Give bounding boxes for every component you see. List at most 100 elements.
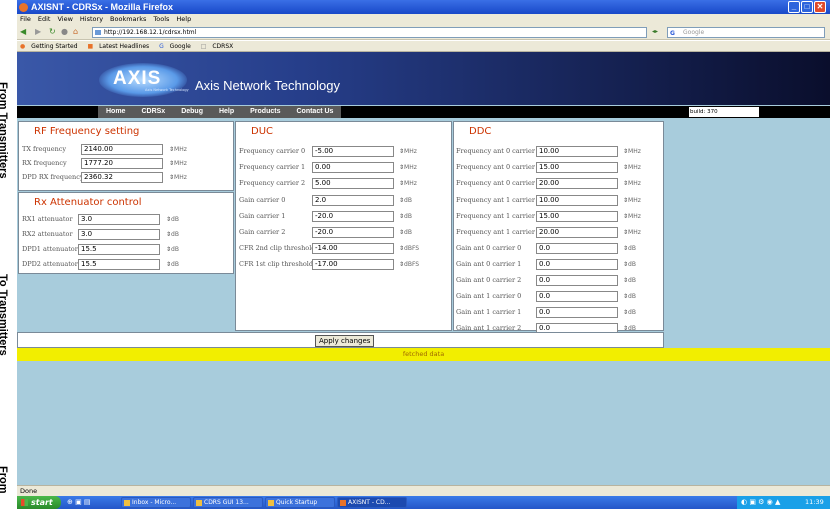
- rx2-attenuator-input[interactable]: 3.0: [78, 229, 160, 240]
- rx1-attenuator-input[interactable]: 3.0: [78, 214, 160, 225]
- go-arrows-icon[interactable]: ◂▸: [652, 28, 658, 35]
- duc-gain-carrier-0-input[interactable]: 2.0: [312, 195, 394, 206]
- unit-spinner[interactable]: ⇕MHz: [169, 160, 187, 167]
- dpd2-attenuator-input[interactable]: 15.5: [78, 259, 160, 270]
- clock[interactable]: 11:39: [805, 498, 824, 506]
- unit-spinner[interactable]: ⇕MHz: [399, 148, 417, 155]
- ddc-frequency-ant1-carrier0-input[interactable]: 10.00: [536, 195, 618, 206]
- ddc-gain-ant1-carrier0-input[interactable]: 0.0: [536, 291, 618, 302]
- field-label: RX frequency: [22, 159, 67, 167]
- window-title: AXISNT - CDRSx - Mozilla Firefox: [31, 2, 174, 12]
- unit-spinner[interactable]: ⇕dB: [166, 216, 179, 223]
- taskbar-button-cdrs-gui[interactable]: CDRS GUI 13...: [193, 497, 263, 508]
- reload-icon[interactable]: ↻: [49, 27, 56, 37]
- rx-frequency-input[interactable]: 1777.20: [81, 158, 163, 169]
- unit-spinner[interactable]: ⇕MHz: [169, 146, 187, 153]
- windows-taskbar: start ⊕ ▣ ▤ Inbox - Micro... CDRS GUI 13…: [17, 496, 830, 509]
- stop-icon[interactable]: ●: [61, 27, 68, 37]
- fetched-status-bar: fetched data: [17, 348, 830, 361]
- bookmark-getting-started[interactable]: ● Getting Started: [20, 43, 82, 50]
- search-input[interactable]: G Google: [667, 27, 825, 38]
- rx-attenuator-panel: Rx Attenuator control RX1 attenuator 3.0…: [18, 192, 234, 274]
- ddc-frequency-ant0-carrier1-input[interactable]: 15.00: [536, 162, 618, 173]
- start-button[interactable]: start: [17, 496, 61, 509]
- menu-bookmarks[interactable]: Bookmarks: [110, 15, 146, 23]
- tray-icons[interactable]: ◐ ▣ ⚙ ◉ ▲: [741, 496, 780, 509]
- unit-spinner[interactable]: ⇕MHz: [623, 148, 641, 155]
- unit-spinner[interactable]: ⇕dB: [623, 309, 636, 316]
- dpd-rx-frequency-input[interactable]: 2360.32: [81, 172, 163, 183]
- home-icon[interactable]: ⌂: [73, 27, 78, 37]
- taskbar-button-axisnt[interactable]: AXISNT - CD...: [337, 497, 407, 508]
- system-tray: ◐ ▣ ⚙ ◉ ▲ 11:39: [737, 496, 830, 509]
- unit-spinner[interactable]: ⇕dBFS: [399, 245, 419, 252]
- taskbar-button-inbox[interactable]: Inbox - Micro...: [121, 497, 191, 508]
- nav-products[interactable]: Products: [242, 106, 288, 118]
- unit-spinner[interactable]: ⇕dB: [166, 231, 179, 238]
- ddc-gain-ant0-carrier2-input[interactable]: 0.0: [536, 275, 618, 286]
- bookmark-latest-headlines[interactable]: ■ Latest Headlines: [87, 43, 153, 50]
- unit-spinner[interactable]: ⇕dB: [623, 325, 636, 332]
- unit-spinner[interactable]: ⇕dB: [166, 246, 179, 253]
- unit-spinner[interactable]: ⇕dBFS: [399, 261, 419, 268]
- unit-spinner[interactable]: ⇕dB: [399, 197, 412, 204]
- minimize-icon[interactable]: _: [788, 1, 800, 13]
- unit-spinner[interactable]: ⇕dB: [623, 277, 636, 284]
- document-icon: [268, 500, 274, 506]
- unit-spinner[interactable]: ⇕MHz: [399, 180, 417, 187]
- menu-edit[interactable]: Edit: [38, 15, 51, 23]
- close-icon[interactable]: ✕: [814, 1, 826, 13]
- duc-frequency-carrier-0-input[interactable]: -5.00: [312, 146, 394, 157]
- unit-spinner[interactable]: ⇕dB: [623, 261, 636, 268]
- nav-help[interactable]: Help: [211, 106, 242, 118]
- menu-history[interactable]: History: [80, 15, 103, 23]
- field-label: DPD RX frequency: [22, 173, 84, 181]
- unit-spinner[interactable]: ⇕MHz: [623, 164, 641, 171]
- duc-panel-title: DUC: [251, 126, 274, 137]
- duc-gain-carrier-1-input[interactable]: -20.0: [312, 211, 394, 222]
- ddc-frequency-ant1-carrier1-input[interactable]: 15.00: [536, 211, 618, 222]
- cfr-1st-clip-threshold-input[interactable]: -17.00: [312, 259, 394, 270]
- menu-file[interactable]: File: [20, 15, 31, 23]
- ddc-frequency-ant0-carrier2-input[interactable]: 20.00: [536, 178, 618, 189]
- apply-changes-button[interactable]: Apply changes: [315, 335, 375, 347]
- address-bar[interactable]: http://192.168.12.1/cdrsx.html: [92, 27, 647, 38]
- maximize-icon[interactable]: □: [801, 1, 813, 13]
- unit-spinner[interactable]: ⇕dB: [166, 261, 179, 268]
- nav-cdrsx[interactable]: CDRSx: [133, 106, 173, 118]
- menu-view[interactable]: View: [57, 15, 72, 23]
- ddc-gain-ant0-carrier0-input[interactable]: 0.0: [536, 243, 618, 254]
- nav-debug[interactable]: Debug: [173, 106, 211, 118]
- bookmark-cdrsx[interactable]: □ CDRSX: [201, 43, 238, 50]
- unit-spinner[interactable]: ⇕MHz: [623, 213, 641, 220]
- unit-spinner[interactable]: ⇕MHz: [169, 174, 187, 181]
- quick-launch-icons[interactable]: ⊕ ▣ ▤: [67, 498, 91, 506]
- ddc-gain-ant1-carrier1-input[interactable]: 0.0: [536, 307, 618, 318]
- menu-help[interactable]: Help: [176, 15, 191, 23]
- unit-spinner[interactable]: ⇕dB: [623, 245, 636, 252]
- nav-home[interactable]: Home: [98, 106, 133, 118]
- field-label: Gain ant 0 carrier 0: [456, 244, 522, 252]
- ddc-frequency-ant0-carrier0-input[interactable]: 10.00: [536, 146, 618, 157]
- duc-frequency-carrier-2-input[interactable]: 5.00: [312, 178, 394, 189]
- unit-spinner[interactable]: ⇕MHz: [623, 229, 641, 236]
- unit-spinner[interactable]: ⇕dB: [399, 229, 412, 236]
- forward-icon[interactable]: ▶: [35, 27, 41, 37]
- unit-spinner[interactable]: ⇕dB: [399, 213, 412, 220]
- ddc-gain-ant0-carrier1-input[interactable]: 0.0: [536, 259, 618, 270]
- tx-frequency-input[interactable]: 2140.00: [81, 144, 163, 155]
- unit-spinner[interactable]: ⇕MHz: [623, 197, 641, 204]
- ddc-frequency-ant1-carrier2-input[interactable]: 20.00: [536, 227, 618, 238]
- dpd1-attenuator-input[interactable]: 15.5: [78, 244, 160, 255]
- unit-spinner[interactable]: ⇕MHz: [399, 164, 417, 171]
- duc-gain-carrier-2-input[interactable]: -20.0: [312, 227, 394, 238]
- duc-frequency-carrier-1-input[interactable]: 0.00: [312, 162, 394, 173]
- menu-tools[interactable]: Tools: [153, 15, 169, 23]
- unit-spinner[interactable]: ⇕dB: [623, 293, 636, 300]
- nav-contact-us[interactable]: Contact Us: [288, 106, 341, 118]
- unit-spinner[interactable]: ⇕MHz: [623, 180, 641, 187]
- back-icon[interactable]: ◀: [20, 27, 26, 37]
- bookmark-google[interactable]: G Google: [159, 43, 195, 50]
- cfr-2nd-clip-threshold-input[interactable]: -14.00: [312, 243, 394, 254]
- taskbar-button-quick-startup[interactable]: Quick Startup: [265, 497, 335, 508]
